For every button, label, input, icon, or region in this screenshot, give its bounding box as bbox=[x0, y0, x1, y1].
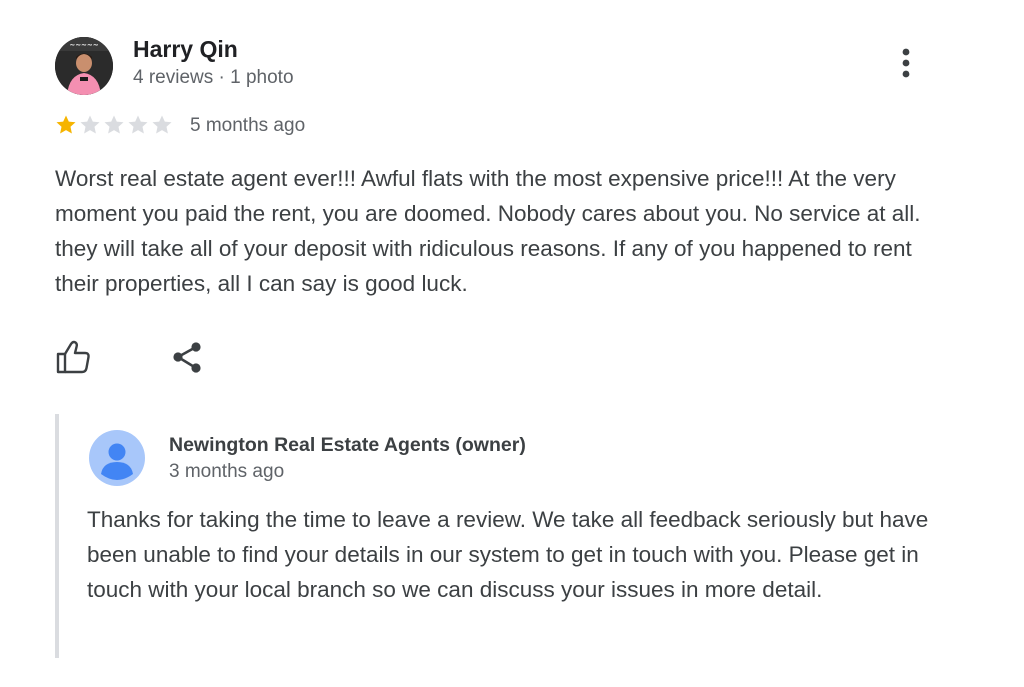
star-filled-icon bbox=[56, 115, 76, 134]
owner-response-text: Thanks for taking the time to leave a re… bbox=[87, 507, 929, 602]
more-vert-icon bbox=[902, 48, 910, 78]
share-button[interactable] bbox=[168, 338, 208, 378]
star-empty-icon bbox=[128, 115, 148, 134]
reviewer-name[interactable]: Harry Qin bbox=[133, 36, 238, 63]
owner-response: Newington Real Estate Agents (owner) 3 m… bbox=[55, 414, 939, 658]
svg-text:~~~~~: ~~~~~ bbox=[69, 41, 98, 49]
reviewer-avatar[interactable]: ~~~~~ bbox=[55, 37, 113, 95]
thumbs-up-icon bbox=[56, 340, 90, 374]
review-date: 5 months ago bbox=[190, 115, 306, 136]
default-person-icon bbox=[89, 430, 145, 486]
review-text: Worst real estate agent ever!!! Awful fl… bbox=[55, 166, 921, 296]
more-options-button[interactable] bbox=[893, 44, 919, 84]
review-card: ~~~~~ Harry Qin 4 reviews · 1 photo 5 mo… bbox=[0, 0, 1024, 687]
like-button[interactable] bbox=[54, 338, 94, 378]
star-empty-icon bbox=[152, 115, 172, 134]
owner-name: Newington Real Estate Agents (owner) bbox=[169, 434, 526, 456]
star-rating bbox=[54, 113, 174, 137]
star-empty-icon bbox=[104, 115, 124, 134]
share-icon bbox=[173, 342, 201, 373]
reviewer-meta: 4 reviews · 1 photo bbox=[133, 67, 294, 88]
reviewer-photo-icon: ~~~~~ bbox=[55, 37, 113, 95]
owner-avatar bbox=[89, 430, 145, 486]
star-empty-icon bbox=[80, 115, 100, 134]
owner-response-date: 3 months ago bbox=[169, 461, 285, 482]
